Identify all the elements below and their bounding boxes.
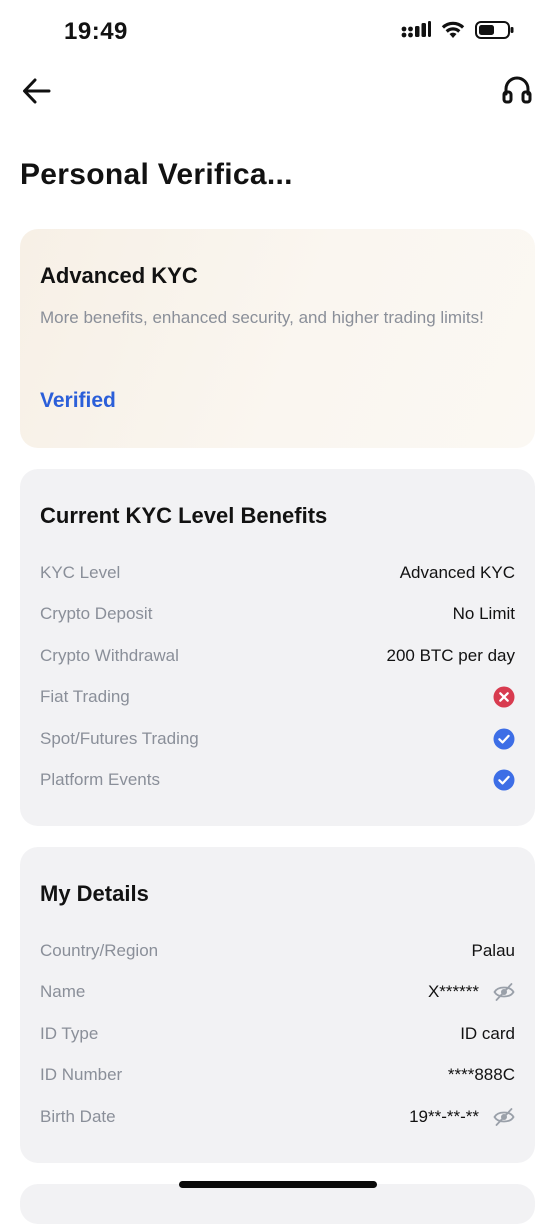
benefit-value: 200 BTC per day [386, 645, 515, 665]
wifi-icon [441, 21, 465, 38]
benefits-card: Current KYC Level Benefits KYC Level Adv… [20, 469, 535, 826]
detail-row-birth-date: Birth Date 19**-**-** [40, 1096, 515, 1138]
detail-value: Palau [471, 940, 515, 960]
blue-check-icon [493, 769, 515, 791]
kyc-status-card[interactable]: Advanced KYC More benefits, enhanced sec… [20, 229, 535, 448]
benefit-value: Advanced KYC [399, 562, 515, 582]
blue-check-icon [493, 728, 515, 750]
detail-value: X****** [427, 982, 479, 1002]
back-button[interactable] [20, 74, 54, 108]
benefit-label: KYC Level [40, 562, 121, 582]
nav-bar [0, 66, 555, 116]
status-bar: 19:49 [0, 0, 555, 66]
detail-value: ****888C [447, 1065, 515, 1085]
details-card: My Details Country/Region Palau Name X**… [20, 847, 535, 1163]
benefit-row-crypto-withdrawal: Crypto Withdrawal 200 BTC per day [40, 635, 515, 677]
detail-row-id-type: ID Type ID card [40, 1013, 515, 1055]
benefit-label: Crypto Deposit [40, 604, 153, 624]
benefit-label: Fiat Trading [40, 687, 130, 707]
back-arrow-icon [23, 78, 51, 104]
detail-label: Birth Date [40, 1106, 116, 1126]
detail-label: Country/Region [40, 940, 159, 960]
kyc-card-description: More benefits, enhanced security, and hi… [40, 308, 484, 327]
detail-value: ID card [460, 1023, 515, 1043]
benefit-row-spot-futures: Spot/Futures Trading [40, 718, 515, 760]
detail-label: Name [40, 982, 86, 1002]
eye-slash-icon[interactable] [493, 981, 515, 1003]
detail-label: ID Number [40, 1065, 123, 1085]
home-indicator [179, 1181, 377, 1188]
benefit-label: Crypto Withdrawal [40, 645, 179, 665]
detail-row-id-number: ID Number ****888C [40, 1055, 515, 1097]
status-time: 19:49 [64, 18, 128, 45]
headset-icon [502, 76, 532, 104]
status-icons [401, 20, 515, 40]
benefit-row-crypto-deposit: Crypto Deposit No Limit [40, 594, 515, 636]
benefit-label: Spot/Futures Trading [40, 728, 199, 748]
benefit-row-platform-events: Platform Events [40, 760, 515, 802]
details-title: My Details [40, 881, 149, 906]
next-card-partial [20, 1184, 535, 1224]
benefit-value: No Limit [452, 604, 515, 624]
page-title: Personal Verifica... [20, 158, 293, 191]
benefit-label: Platform Events [40, 770, 160, 790]
eye-slash-icon[interactable] [493, 1106, 515, 1128]
detail-label: ID Type [40, 1023, 99, 1043]
kyc-verified-status: Verified [40, 389, 116, 412]
benefits-title: Current KYC Level Benefits [40, 503, 328, 528]
details-list: Country/Region Palau Name X****** ID Typ… [40, 930, 515, 1138]
benefit-row-fiat-trading: Fiat Trading [40, 677, 515, 719]
detail-value-wrap: 19**-**-** [409, 1106, 515, 1128]
detail-value-wrap: X****** [428, 981, 515, 1003]
benefits-list: KYC Level Advanced KYC Crypto Deposit No… [40, 552, 515, 801]
kyc-card-title: Advanced KYC [40, 263, 198, 288]
detail-value: 19**-**-** [409, 1106, 479, 1126]
signal-icon [401, 21, 431, 38]
detail-row-name: Name X****** [40, 972, 515, 1014]
detail-row-country: Country/Region Palau [40, 930, 515, 972]
benefit-row-kyc-level: KYC Level Advanced KYC [40, 552, 515, 594]
red-x-icon [493, 686, 515, 708]
support-button[interactable] [501, 74, 533, 108]
battery-icon [475, 21, 514, 39]
